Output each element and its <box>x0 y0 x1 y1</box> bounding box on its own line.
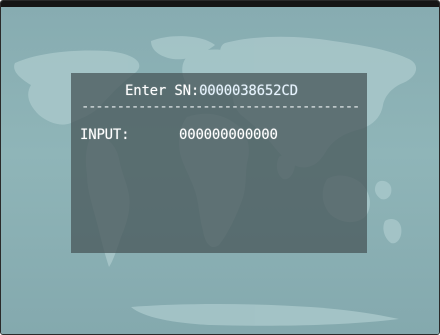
title-prefix: Enter SN: <box>125 83 200 99</box>
serial-input-field[interactable] <box>179 127 329 143</box>
serial-number-dialog: Enter SN:0000038652CD ------------------… <box>71 73 367 253</box>
monitor-frame: Enter SN:0000038652CD ------------------… <box>0 0 440 335</box>
dialog-title: Enter SN:0000038652CD <box>125 83 298 99</box>
separator-line: ---------------------------------------- <box>81 101 359 113</box>
input-label: INPUT: <box>80 127 130 143</box>
osd-screen: Enter SN:0000038652CD ------------------… <box>1 7 439 334</box>
serial-number-value: 0000038652CD <box>199 83 298 99</box>
